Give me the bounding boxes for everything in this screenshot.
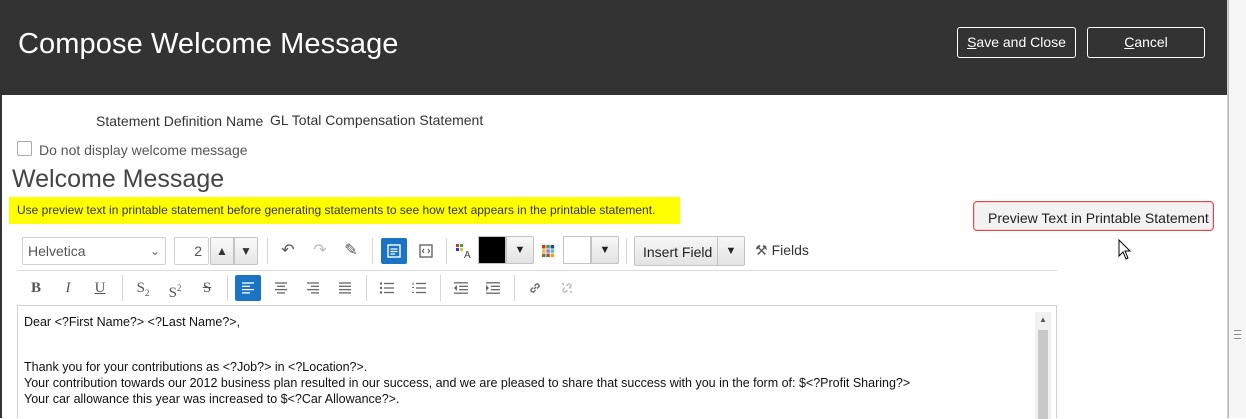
insert-field-label: Insert Field xyxy=(643,244,713,260)
toolbar-divider xyxy=(372,238,373,264)
underline-icon[interactable]: U xyxy=(87,275,113,301)
bold-icon[interactable]: B xyxy=(23,275,49,301)
unlink-icon[interactable] xyxy=(554,275,580,301)
align-right-icon[interactable] xyxy=(300,275,326,301)
save-and-close-button[interactable]: Save and Close xyxy=(957,27,1076,58)
align-center-icon[interactable] xyxy=(268,275,294,301)
subscript-icon[interactable]: S2 xyxy=(130,275,156,301)
toolbar-divider xyxy=(366,275,367,301)
page-title: Compose Welcome Message xyxy=(18,28,399,60)
chevron-down-icon: ⌄ xyxy=(149,244,160,258)
text-color-icon: A xyxy=(451,238,477,264)
text-color-fill xyxy=(479,237,505,263)
superscript-icon[interactable]: S2 xyxy=(162,275,188,301)
strikethrough-icon[interactable]: S xyxy=(194,275,220,301)
align-left-icon[interactable] xyxy=(235,275,261,301)
text-color-swatch[interactable] xyxy=(478,236,506,264)
toolbar-divider xyxy=(626,238,627,264)
editor-line[interactable]: Your car allowance this year was increas… xyxy=(24,392,399,406)
fields-label: Fields xyxy=(771,242,809,258)
editor-toolbar-primary: Helvetica ⌄ 2 ▲ ▼ ↶ ↷ ✎ A ▼ ▼ Insert Fie… xyxy=(17,233,1057,271)
source-code-mode-icon[interactable] xyxy=(413,238,439,264)
background-color-icon xyxy=(535,238,561,264)
welcome-message-heading: Welcome Message xyxy=(12,165,225,193)
editor-scrollbar[interactable]: ▲ xyxy=(1035,312,1051,419)
svg-text:A: A xyxy=(464,250,471,259)
statement-definition-value: GL Total Compensation Statement xyxy=(270,112,484,128)
wrench-icon: ⚒ xyxy=(755,242,768,258)
do-not-display-label[interactable]: Do not display welcome message xyxy=(39,142,248,158)
text-color-dropdown[interactable]: ▼ xyxy=(506,236,534,264)
scroll-thumb[interactable] xyxy=(1038,330,1048,419)
cancel-button[interactable]: Cancel xyxy=(1087,27,1205,58)
preview-text-button[interactable]: Preview Text in Printable Statement xyxy=(973,201,1214,231)
font-family-value: Helvetica xyxy=(28,243,86,259)
dialog-header: Compose Welcome Message Save and Close C… xyxy=(2,0,1227,95)
align-justify-icon[interactable] xyxy=(332,275,358,301)
background-color-dropdown[interactable]: ▼ xyxy=(591,236,619,264)
mouse-cursor-icon xyxy=(1118,239,1132,260)
scroll-up-icon[interactable]: ▲ xyxy=(1035,312,1051,328)
toolbar-divider xyxy=(446,238,447,264)
splitter-grip-icon[interactable] xyxy=(1234,330,1241,339)
fields-button[interactable]: ⚒ Fields xyxy=(755,242,809,259)
background-color-swatch[interactable] xyxy=(563,236,591,264)
editor-toolbar-format: B I U S2 S2 S xyxy=(17,271,1057,305)
message-editor[interactable]: Dear <?First Name?> <?Last Name?>, Thank… xyxy=(17,305,1057,419)
editor-line[interactable]: Thank you for your contributions as <?Jo… xyxy=(24,360,367,374)
rich-text-mode-icon[interactable] xyxy=(381,238,407,264)
outdent-icon[interactable] xyxy=(448,275,474,301)
italic-icon[interactable]: I xyxy=(55,275,81,301)
editor-line[interactable]: Dear <?First Name?> <?Last Name?>, xyxy=(24,315,240,329)
splitter-pane[interactable] xyxy=(1227,0,1246,418)
toolbar-divider xyxy=(227,275,228,301)
undo-icon[interactable]: ↶ xyxy=(275,238,301,264)
font-size-input[interactable]: 2 xyxy=(174,237,209,265)
preview-hint-note: Use preview text in printable statement … xyxy=(9,197,680,224)
statement-definition-label: Statement Definition Name xyxy=(96,113,264,129)
toolbar-divider xyxy=(122,275,123,301)
editor-line[interactable]: Your contribution towards our 2012 busin… xyxy=(24,376,910,390)
bulleted-list-icon[interactable] xyxy=(374,275,400,301)
clear-format-icon[interactable]: ✎ xyxy=(338,238,364,264)
do-not-display-checkbox[interactable] xyxy=(17,141,32,156)
font-size-decrease-button[interactable]: ▼ xyxy=(234,237,258,265)
font-family-select[interactable]: Helvetica ⌄ xyxy=(22,237,166,265)
indent-icon[interactable] xyxy=(480,275,506,301)
redo-icon[interactable]: ↷ xyxy=(307,238,333,264)
link-icon[interactable] xyxy=(522,275,548,301)
font-size-increase-button[interactable]: ▲ xyxy=(210,237,234,265)
toolbar-divider xyxy=(440,275,441,301)
chevron-down-icon: ▼ xyxy=(717,237,744,265)
numbered-list-icon[interactable] xyxy=(406,275,432,301)
insert-field-select[interactable]: Insert Field ▼ xyxy=(634,236,745,266)
splitter-line xyxy=(1228,0,1229,418)
toolbar-divider xyxy=(514,275,515,301)
toolbar-divider xyxy=(267,238,268,264)
